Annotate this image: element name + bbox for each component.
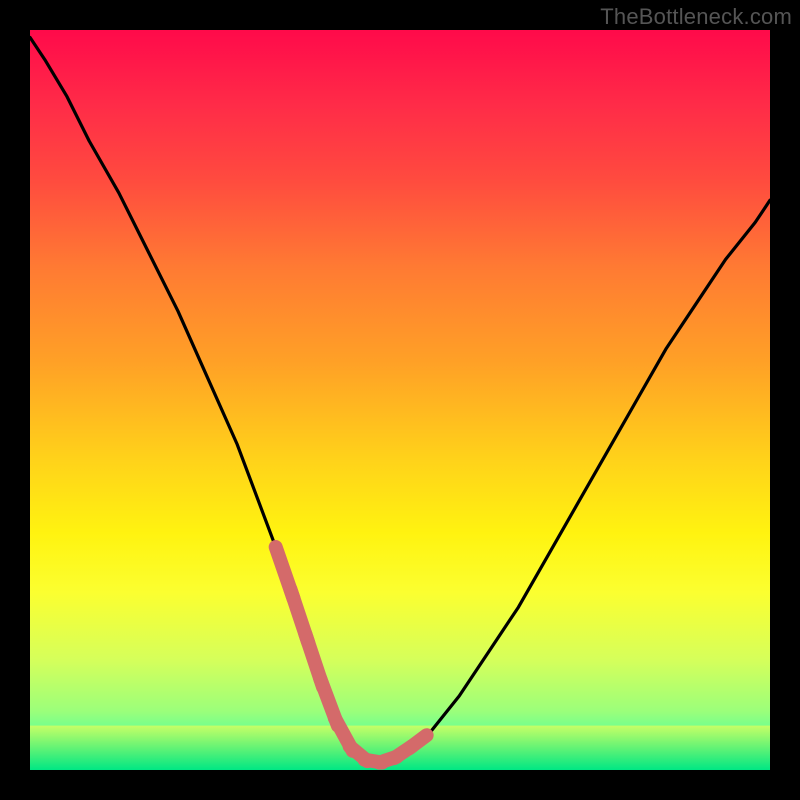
attribution-text: TheBottleneck.com bbox=[600, 4, 792, 30]
gradient-background bbox=[30, 30, 770, 770]
chart-svg bbox=[30, 30, 770, 770]
chart-frame: TheBottleneck.com bbox=[0, 0, 800, 800]
plot-area bbox=[30, 30, 770, 770]
